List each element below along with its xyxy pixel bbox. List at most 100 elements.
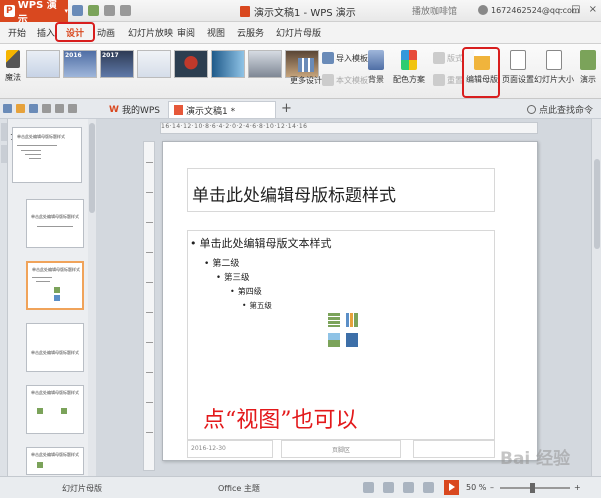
body-level-1: 单击此处编辑母版文本样式 — [190, 235, 332, 251]
menu-cloud[interactable]: 云服务 — [237, 26, 264, 39]
menu-insert[interactable]: 插入 — [37, 26, 55, 39]
menu-slide-master[interactable]: 幻灯片母版 — [276, 26, 321, 39]
background-button[interactable]: 背景 — [368, 50, 384, 85]
chevron-down-icon: ▾ — [64, 7, 68, 15]
template-thumb[interactable]: 2016 — [63, 50, 97, 78]
insert-picture-icon[interactable] — [328, 333, 340, 347]
new-icon[interactable] — [3, 104, 12, 113]
panel-tab[interactable] — [1, 145, 7, 163]
zoom-slider-handle[interactable] — [530, 483, 535, 493]
redo-icon[interactable] — [120, 5, 131, 16]
body-level-2: 第二级 — [204, 256, 239, 269]
close-icon[interactable]: × — [589, 4, 597, 15]
layout-button[interactable]: 版式 — [433, 52, 463, 64]
template-thumb[interactable] — [174, 50, 208, 78]
app-menu-button[interactable]: P WPS 演示 ▾ — [0, 0, 68, 26]
import-template-button[interactable]: 导入模板 — [322, 52, 368, 64]
more-design-button[interactable]: 更多设计 — [290, 58, 322, 86]
edit-master-highlight-box — [462, 47, 500, 98]
tab-my-wps[interactable]: W 我的WPS — [104, 101, 165, 118]
wps-logo-icon: P — [4, 5, 15, 17]
maximize-icon[interactable]: □ — [571, 4, 580, 15]
grid-icon — [298, 58, 314, 72]
undo-icon[interactable] — [55, 104, 64, 113]
layout-slide-thumb[interactable]: 单击此处编辑母版标题样式 — [26, 447, 84, 475]
menu-animation[interactable]: 动画 — [97, 26, 115, 39]
body-level-5: 第五级 — [242, 300, 272, 311]
zoom-out-icon[interactable]: – — [490, 483, 494, 492]
slide-size-icon — [546, 50, 562, 70]
layout-slide-thumb[interactable]: 单击此处编辑母版标题样式 — [26, 323, 84, 372]
layout-slide-thumb[interactable]: 单击此处编辑母版标题样式 — [26, 199, 84, 248]
print-icon[interactable] — [88, 5, 99, 16]
editor-area: 16·14·12·10·8·6·4·2·0·2·4·6·8·10·12·14·1… — [96, 119, 601, 476]
template-thumb[interactable] — [137, 50, 171, 78]
scrollbar-thumb[interactable] — [594, 159, 600, 249]
zoom-slider[interactable] — [500, 487, 570, 489]
color-scheme-button[interactable]: 配色方案 — [393, 50, 425, 85]
zoom-level: 50 % — [466, 483, 487, 492]
notes-view-icon[interactable] — [423, 482, 434, 493]
body-level-3: 第三级 — [216, 271, 250, 283]
status-bar: 幻灯片母版 Office 主题 50 % – + — [0, 476, 601, 498]
redo-icon[interactable] — [68, 104, 77, 113]
normal-view-icon[interactable] — [363, 482, 374, 493]
window-title: 演示文稿1 - WPS 演示 — [240, 4, 356, 19]
reading-view-icon[interactable] — [403, 482, 414, 493]
ribbon: 魔法 2016 2017 更多设计 导入模板 本文模板 背景 配色方案 版式 重… — [0, 44, 601, 99]
page-icon — [510, 50, 526, 70]
slide-size-button[interactable]: 幻灯片大小 — [534, 50, 574, 85]
layout-slide-thumb[interactable]: 单击此处编辑母版标题样式 — [26, 261, 84, 310]
layout-slide-thumb[interactable]: 单击此处编辑母版标题样式 — [26, 385, 84, 434]
slide-number-placeholder[interactable] — [413, 440, 495, 458]
menu-view[interactable]: 视图 — [207, 26, 225, 39]
save-icon[interactable] — [29, 104, 38, 113]
save-icon[interactable] — [72, 5, 83, 16]
tab-document[interactable]: 演示文稿1 * — [168, 101, 276, 118]
document-icon — [174, 105, 183, 115]
insert-table-icon[interactable] — [328, 313, 340, 327]
magic-wand-icon — [6, 50, 20, 68]
menu-slideshow[interactable]: 幻灯片放映 — [128, 26, 173, 39]
master-slide-thumb[interactable]: 单击此处编辑母版标题样式 — [12, 127, 82, 183]
body-level-4: 第四级 — [230, 286, 262, 297]
status-theme: Office 主题 — [218, 484, 260, 493]
panel-scrollbar[interactable] — [88, 119, 96, 476]
presenter-button[interactable]: 演示 — [580, 50, 596, 85]
undo-icon[interactable] — [104, 5, 115, 16]
open-icon[interactable] — [16, 104, 25, 113]
menu-home[interactable]: 开始 — [8, 26, 26, 39]
insert-media-icon[interactable] — [346, 333, 358, 347]
menu-review[interactable]: 审阅 — [177, 26, 195, 39]
template-thumb[interactable]: 2017 — [100, 50, 134, 78]
palette-icon — [401, 50, 417, 70]
template-thumb[interactable] — [248, 50, 282, 78]
presenter-icon — [580, 50, 596, 70]
slide-canvas[interactable]: 单击此处编辑母版标题样式 单击此处编辑母版文本样式 第二级 第三级 第四级 第五… — [162, 141, 538, 461]
date-placeholder[interactable]: 2016-12-30 — [187, 440, 273, 458]
footer-placeholder[interactable]: 页脚区 — [281, 440, 401, 458]
command-search[interactable]: 点此查找命令 — [526, 103, 593, 116]
insert-chart-icon[interactable] — [346, 313, 358, 327]
page-setup-button[interactable]: 页面设置 — [502, 50, 534, 85]
print-icon[interactable] — [42, 104, 51, 113]
search-icon — [526, 105, 536, 114]
minimize-icon[interactable]: – — [558, 4, 563, 15]
new-tab-button[interactable]: + — [281, 101, 292, 116]
title-placeholder[interactable]: 单击此处编辑母版标题样式 — [187, 168, 495, 212]
reset-icon — [433, 74, 445, 86]
template-thumb[interactable] — [211, 50, 245, 78]
reset-button[interactable]: 重置 — [433, 74, 463, 86]
template-thumb[interactable] — [26, 50, 60, 78]
document-tab-strip: W 我的WPS 演示文稿1 * + 点此查找命令 — [0, 99, 601, 119]
local-template-button[interactable]: 本文模板 — [322, 74, 368, 86]
editor-scrollbar[interactable] — [591, 119, 601, 476]
scrollbar-thumb[interactable] — [89, 123, 95, 213]
annotation-text: 点“视图”也可以 — [203, 408, 358, 433]
zoom-in-icon[interactable]: + — [574, 483, 581, 492]
play-slideshow-icon[interactable] — [444, 480, 459, 495]
sorter-view-icon[interactable] — [383, 482, 394, 493]
magic-button[interactable]: 魔法 — [4, 50, 22, 83]
panel-tab[interactable] — [1, 123, 7, 141]
design-highlight-box — [55, 22, 95, 42]
